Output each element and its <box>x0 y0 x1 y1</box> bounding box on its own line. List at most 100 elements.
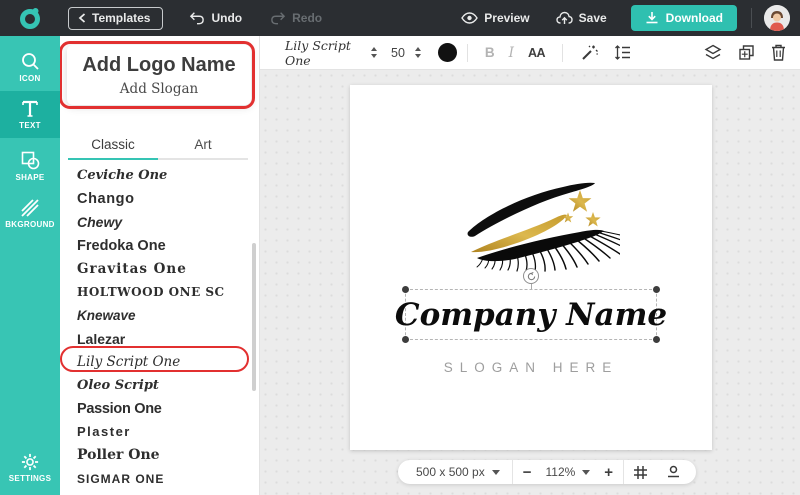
shapes-icon <box>21 151 39 170</box>
font-list-scrollbar[interactable] <box>252 243 256 391</box>
brand-logo[interactable] <box>0 6 60 31</box>
zoom-out-button[interactable]: − <box>513 464 542 481</box>
zoom-level-dropdown[interactable]: 112% <box>541 465 594 479</box>
slogan-here-text[interactable]: SLOGAN HERE <box>350 360 712 375</box>
sidebar-item-label: SHAPE <box>15 173 45 182</box>
zoom-in-button[interactable]: + <box>594 464 623 481</box>
font-item-passion-one[interactable]: Passion One <box>60 397 260 420</box>
redo-icon <box>271 12 286 25</box>
font-item-knewave[interactable]: Knewave <box>60 304 260 327</box>
save-button[interactable]: Save <box>555 11 607 25</box>
preview-button[interactable]: Preview <box>461 11 530 25</box>
selection-handle-bottom-left[interactable] <box>402 336 409 343</box>
preview-eye-icon <box>461 12 479 24</box>
zoom-level-value: 112% <box>545 465 576 479</box>
canvas-size-value: 500 x 500 px <box>416 465 485 479</box>
font-item-chewy[interactable]: Chewy <box>60 211 260 234</box>
save-label: Save <box>578 11 607 25</box>
effects-wand-button[interactable] <box>573 44 606 61</box>
tab-classic[interactable]: Classic <box>68 132 158 160</box>
font-item-lalezar[interactable]: Lalezar <box>60 327 260 350</box>
templates-button[interactable]: Templates <box>68 6 164 30</box>
eyelash-logo-graphic[interactable] <box>455 170 620 285</box>
sidebar-item-settings[interactable]: SETTINGS <box>0 444 60 491</box>
text-color-swatch[interactable] <box>437 43 457 62</box>
left-sidebar: ICON TEXT SHAPE BKGROUND SETTINGS <box>0 36 60 495</box>
user-avatar[interactable] <box>764 5 790 31</box>
search-icon <box>21 53 39 70</box>
bold-button[interactable]: B <box>478 45 502 60</box>
font-item-sigmar-one[interactable]: Sigmar One <box>60 467 260 490</box>
selection-handle-top-left[interactable] <box>402 286 409 293</box>
text-panel: Add Logo Name Add Slogan Classic Art Cev… <box>59 36 260 495</box>
font-tabs: Classic Art <box>68 132 248 160</box>
rotate-handle[interactable] <box>523 268 539 284</box>
company-name-text[interactable]: Company Name <box>395 297 667 333</box>
gear-icon <box>21 453 39 470</box>
selection-handle-bottom-right[interactable] <box>653 336 660 343</box>
font-item-poller-one[interactable]: Poller One <box>60 444 260 467</box>
chevron-left-icon <box>78 13 86 23</box>
layer-order-button[interactable] <box>696 44 730 61</box>
caret-down-icon <box>491 469 500 475</box>
font-item-gravitas-one[interactable]: Gravitas One <box>60 257 260 280</box>
redo-label: Redo <box>292 11 323 25</box>
font-family-select[interactable]: Lily Script One <box>285 38 377 68</box>
trash-icon <box>772 44 785 61</box>
font-item-chango[interactable]: Chango <box>60 187 260 210</box>
font-family-stepper[interactable] <box>371 47 377 58</box>
undo-button[interactable]: Undo <box>189 11 242 25</box>
star-icons <box>562 190 601 227</box>
font-item-holtwood-one-sc[interactable]: HOLTWOOD ONE SC <box>60 280 260 303</box>
download-button[interactable]: Download <box>630 5 737 31</box>
font-item-ceviche-one[interactable]: Ceviche One <box>60 164 260 187</box>
tab-art[interactable]: Art <box>158 132 248 158</box>
letter-case-button[interactable]: AA <box>521 46 552 60</box>
font-family-value: Lily Script One <box>285 37 351 68</box>
sidebar-item-label: TEXT <box>19 120 41 130</box>
canvas-area[interactable]: Company Name SLOGAN HERE 500 x 500 px − … <box>260 70 800 495</box>
brand-logo-icon <box>19 7 40 29</box>
redo-button[interactable]: Redo <box>270 11 322 25</box>
font-item-plaster[interactable]: Plaster <box>60 420 260 443</box>
position-anchor-icon <box>668 465 680 478</box>
position-button[interactable] <box>657 465 690 479</box>
add-logo-name-field[interactable]: Add Logo Name <box>82 54 235 77</box>
sidebar-item-shape[interactable]: SHAPE <box>0 143 60 190</box>
templates-label: Templates <box>92 11 151 25</box>
sidebar-item-label: BKGROUND <box>5 219 55 229</box>
italic-button[interactable]: I <box>502 45 521 61</box>
download-label: Download <box>665 11 723 25</box>
font-size-stepper[interactable] <box>414 47 421 58</box>
sidebar-item-label: SETTINGS <box>8 473 52 483</box>
caret-down-icon <box>582 469 591 475</box>
undo-label: Undo <box>211 11 243 25</box>
sidebar-item-bkground[interactable]: BKGROUND <box>0 190 60 237</box>
toolbar-divider <box>466 43 468 62</box>
download-icon <box>646 12 658 24</box>
line-spacing-button[interactable] <box>606 45 639 60</box>
save-cloud-icon <box>555 11 573 24</box>
grid-icon <box>634 465 648 479</box>
toolbar-divider <box>562 43 564 62</box>
layers-icon <box>704 44 722 60</box>
background-stripes-icon <box>21 198 39 217</box>
artboard[interactable]: Company Name SLOGAN HERE <box>350 85 712 450</box>
add-slogan-field[interactable]: Add Slogan <box>120 81 198 97</box>
magic-wand-icon <box>582 45 599 60</box>
text-selection-box[interactable]: Company Name <box>395 286 667 343</box>
selection-handle-top-right[interactable] <box>653 286 660 293</box>
font-item-fredoka-one[interactable]: Fredoka One <box>60 234 260 257</box>
delete-button[interactable] <box>763 44 794 61</box>
canvas-status-bar: 500 x 500 px − 112% + <box>398 460 697 484</box>
font-item-oleo-script[interactable]: Oleo Script <box>60 374 260 397</box>
font-item-lily-script-one[interactable]: Lily Script One <box>60 350 260 373</box>
font-size-select[interactable]: 50 <box>391 46 421 60</box>
sidebar-item-icon[interactable]: ICON <box>0 44 60 91</box>
duplicate-button[interactable] <box>730 44 763 61</box>
sidebar-item-text[interactable]: TEXT <box>0 91 60 138</box>
duplicate-icon <box>739 45 754 60</box>
text-toolbar: Lily Script One 50 B I AA <box>260 36 800 70</box>
canvas-size-dropdown[interactable]: 500 x 500 px <box>404 465 512 479</box>
grid-toggle-button[interactable] <box>624 465 657 480</box>
